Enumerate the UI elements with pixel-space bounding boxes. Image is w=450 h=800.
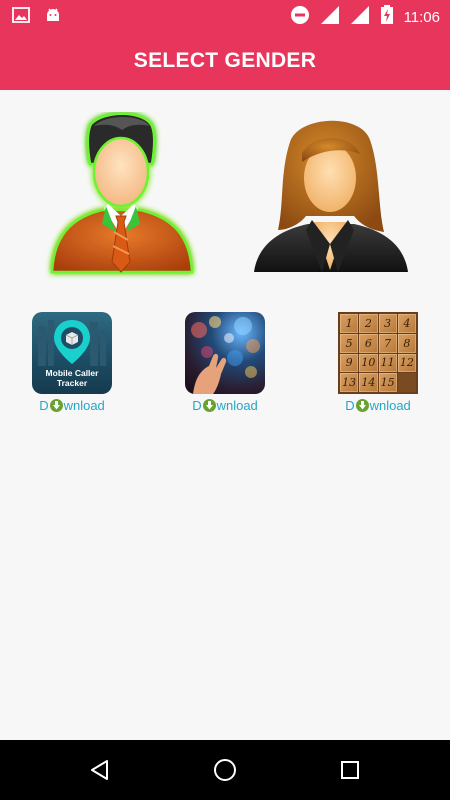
puzzle-tile: 8 bbox=[397, 333, 416, 353]
image-icon bbox=[12, 7, 30, 27]
download-arrow-icon bbox=[355, 398, 369, 412]
home-icon bbox=[214, 759, 236, 781]
promo-app-caller-tracker[interactable]: Mobile Caller Tracker D wnload bbox=[27, 312, 117, 413]
download-label-start: D bbox=[39, 397, 49, 413]
do-not-disturb-icon bbox=[290, 5, 310, 29]
page-title: SELECT GENDER bbox=[133, 49, 317, 72]
download-label-end: wnload bbox=[369, 397, 411, 413]
download-arrow-icon bbox=[202, 398, 216, 412]
female-option[interactable] bbox=[250, 112, 412, 278]
download-arrow-icon bbox=[49, 398, 63, 412]
clock: 11:06 bbox=[403, 8, 440, 26]
recents-icon bbox=[341, 761, 359, 779]
promo-app-number-puzzle[interactable]: 1 2 3 4 5 6 7 8 9 10 11 12 13 14 15 D wn… bbox=[333, 312, 423, 413]
download-link[interactable]: D wnload bbox=[345, 397, 411, 413]
puzzle-thumbnail[interactable]: 1 2 3 4 5 6 7 8 9 10 11 12 13 14 15 bbox=[338, 312, 418, 394]
status-bar: 11:06 bbox=[0, 0, 450, 32]
download-link[interactable]: D wnload bbox=[39, 397, 105, 413]
promo-app-bokeh[interactable]: D wnload bbox=[180, 312, 270, 413]
battery-charging-icon bbox=[380, 5, 394, 29]
female-avatar-icon bbox=[254, 120, 408, 272]
puzzle-empty-slot bbox=[397, 373, 416, 392]
back-icon bbox=[91, 760, 108, 780]
download-label-end: wnload bbox=[216, 397, 258, 413]
puzzle-tile: 11 bbox=[378, 353, 397, 373]
puzzle-tile: 9 bbox=[340, 353, 359, 373]
puzzle-tile: 1 bbox=[340, 314, 359, 333]
recents-button[interactable] bbox=[336, 756, 364, 784]
male-avatar-icon bbox=[50, 112, 194, 274]
puzzle-tile: 3 bbox=[378, 314, 397, 333]
download-label-start: D bbox=[345, 397, 355, 413]
caller-tracker-title-line2: Tracker bbox=[56, 378, 88, 388]
caller-tracker-title: Mobile Caller Tracker bbox=[32, 368, 112, 388]
home-button[interactable] bbox=[211, 756, 239, 784]
puzzle-tile: 7 bbox=[378, 333, 397, 353]
male-option[interactable] bbox=[44, 112, 198, 282]
android-icon bbox=[44, 6, 62, 28]
puzzle-tile: 6 bbox=[359, 333, 378, 353]
puzzle-tile: 15 bbox=[378, 373, 397, 392]
navigation-bar bbox=[0, 740, 450, 800]
puzzle-tile: 10 bbox=[359, 353, 378, 373]
puzzle-tile: 2 bbox=[359, 314, 378, 333]
puzzle-tile: 4 bbox=[397, 314, 416, 333]
puzzle-tile: 12 bbox=[397, 353, 416, 373]
bokeh-thumbnail[interactable] bbox=[185, 312, 265, 394]
download-label-start: D bbox=[192, 397, 202, 413]
back-button[interactable] bbox=[86, 756, 114, 784]
puzzle-tile: 14 bbox=[359, 373, 378, 392]
caller-tracker-title-line1: Mobile Caller bbox=[45, 368, 99, 378]
caller-tracker-thumbnail[interactable]: Mobile Caller Tracker bbox=[32, 312, 112, 394]
hand-bokeh-image bbox=[191, 316, 260, 394]
app-bar: SELECT GENDER bbox=[0, 32, 450, 90]
download-label-end: wnload bbox=[63, 397, 105, 413]
cell-signal-icon bbox=[350, 5, 370, 29]
puzzle-tile: 5 bbox=[340, 333, 359, 353]
download-link[interactable]: D wnload bbox=[192, 397, 258, 413]
puzzle-tile: 13 bbox=[340, 373, 359, 392]
wifi-signal-icon bbox=[320, 5, 340, 29]
